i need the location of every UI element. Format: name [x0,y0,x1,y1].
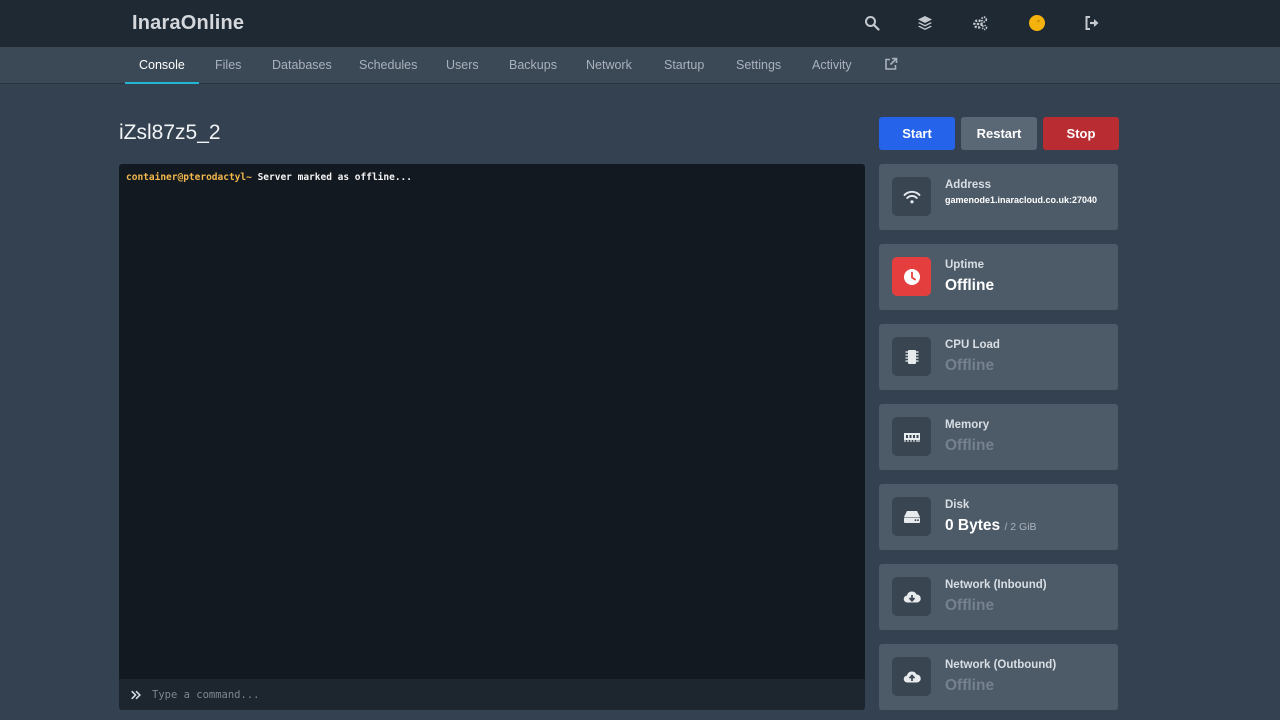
command-input[interactable] [152,683,842,706]
disk-label: Disk [945,499,970,511]
console-line: container@pterodactyl~ Server marked as … [126,172,858,183]
tab-settings[interactable]: Settings [736,47,781,84]
layers-icon[interactable] [915,13,935,33]
network-inbound-value: Offline [945,597,995,614]
memory-value: Offline [945,437,995,454]
tab-activity[interactable]: Activity [812,47,852,84]
stat-card-cpu: CPU Load Offline [879,324,1118,390]
tab-console[interactable]: Console [125,47,199,84]
search-icon[interactable] [862,13,882,33]
hard-drive-icon [892,497,931,536]
stop-button[interactable]: Stop [1043,117,1119,150]
tab-network[interactable]: Network [586,47,632,84]
logout-icon[interactable] [1082,13,1102,33]
console-prompt: container@pterodactyl~ [126,172,252,183]
memory-icon [892,417,931,456]
microchip-icon [892,337,931,376]
clock-icon [892,257,931,296]
disk-limit: / 2 GiB [1004,521,1037,533]
network-outbound-value: Offline [945,677,995,694]
stat-card-disk: Disk 0 Bytes / 2 GiB [879,484,1118,550]
tab-schedules[interactable]: Schedules [359,47,417,84]
command-bar [119,679,865,710]
network-inbound-label: Network (Inbound) [945,579,1047,591]
tab-startup[interactable]: Startup [664,47,704,84]
uptime-value: Offline [945,277,995,294]
chevron-right-icon [129,688,143,702]
memory-label: Memory [945,419,990,431]
stat-card-address: Address gamenode1.inaracloud.co.uk:27040 [879,164,1118,230]
address-label: Address [945,179,992,191]
uptime-label: Uptime [945,259,984,271]
restart-button[interactable]: Restart [961,117,1037,150]
external-link-icon[interactable] [884,57,898,71]
stat-card-network-outbound: Network (Outbound) Offline [879,644,1118,710]
start-button[interactable]: Start [879,117,955,150]
server-subnav: Console Files Databases Schedules Users … [0,47,1280,84]
cloud-upload-icon [892,657,931,696]
address-value: gamenode1.inaracloud.co.uk:27040 [945,195,1098,205]
stat-card-memory: Memory Offline [879,404,1118,470]
console-message: Server marked as offline... [251,172,412,183]
wifi-icon [892,177,931,216]
avatar-icon[interactable] [1027,13,1047,33]
cloud-download-icon [892,577,931,616]
tab-files[interactable]: Files [215,47,241,84]
tab-backups[interactable]: Backups [509,47,557,84]
stat-card-uptime: Uptime Offline [879,244,1118,310]
cpu-label: CPU Load [945,339,1000,351]
network-outbound-label: Network (Outbound) [945,659,1057,671]
disk-value: 0 Bytes / 2 GiB [945,517,1037,535]
top-bar: InaraOnline [0,0,1280,47]
disk-used: 0 Bytes [945,517,1001,534]
page-title: iZsl87z5_2 [119,121,221,144]
tab-databases[interactable]: Databases [272,47,332,84]
cpu-value: Offline [945,357,995,374]
cogs-icon[interactable] [970,13,990,33]
brand-title[interactable]: InaraOnline [132,12,244,35]
tab-users[interactable]: Users [446,47,479,84]
console-output[interactable]: container@pterodactyl~ Server marked as … [119,164,865,679]
stat-card-network-inbound: Network (Inbound) Offline [879,564,1118,630]
